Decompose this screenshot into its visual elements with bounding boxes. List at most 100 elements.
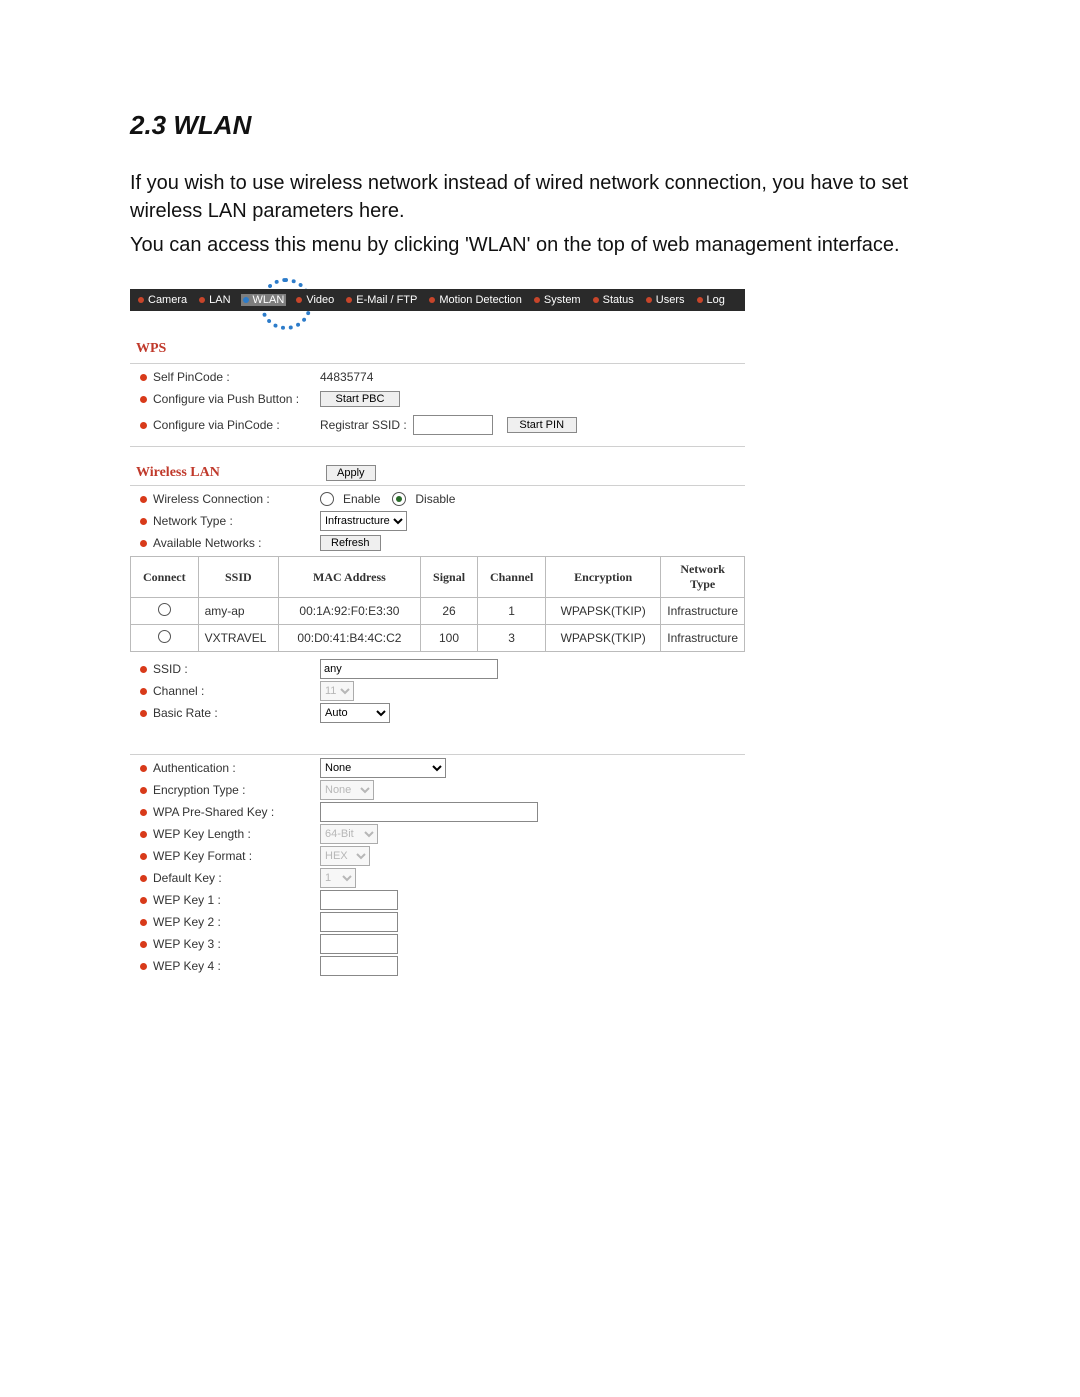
nav-status[interactable]: Status bbox=[591, 294, 636, 306]
nav-label: Camera bbox=[148, 294, 187, 306]
table-row: VXTRAVEL 00:D0:41:B4:4C:C2 100 3 WPAPSK(… bbox=[131, 625, 745, 652]
cell-ssid: amy-ap bbox=[198, 598, 278, 625]
col-channel: Channel bbox=[478, 557, 546, 598]
start-pbc-button[interactable]: Start PBC bbox=[320, 391, 400, 407]
bullet-icon bbox=[593, 297, 599, 303]
apply-button[interactable]: Apply bbox=[326, 465, 376, 481]
bullet-icon bbox=[140, 787, 147, 794]
default-key-select[interactable]: 1 bbox=[320, 868, 356, 888]
self-pincode-value: 44835774 bbox=[320, 370, 373, 384]
col-network-type: Network Type bbox=[661, 557, 745, 598]
nav-system[interactable]: System bbox=[532, 294, 583, 306]
bullet-icon bbox=[140, 875, 147, 882]
nav-camera[interactable]: Camera bbox=[136, 294, 189, 306]
bullet-icon bbox=[697, 297, 703, 303]
encryption-type-label: Encryption Type : bbox=[153, 783, 246, 797]
disable-label: Disable bbox=[415, 492, 455, 506]
bullet-icon bbox=[140, 666, 147, 673]
cell-signal: 26 bbox=[420, 598, 477, 625]
wep-key-2-input[interactable] bbox=[320, 912, 398, 932]
wpa-psk-input[interactable] bbox=[320, 802, 538, 822]
channel-label: Channel : bbox=[153, 684, 204, 698]
bullet-icon bbox=[346, 297, 352, 303]
wep-key-length-label: WEP Key Length : bbox=[153, 827, 251, 841]
refresh-button[interactable]: Refresh bbox=[320, 535, 381, 551]
cell-mac: 00:D0:41:B4:4C:C2 bbox=[279, 625, 421, 652]
col-ssid: SSID bbox=[198, 557, 278, 598]
authentication-label: Authentication : bbox=[153, 761, 236, 775]
bullet-icon bbox=[243, 297, 249, 303]
bullet-icon bbox=[140, 831, 147, 838]
section-heading: 2.3 WLAN bbox=[130, 110, 950, 141]
nav-lan[interactable]: LAN bbox=[197, 294, 232, 306]
cell-encryption: WPAPSK(TKIP) bbox=[546, 598, 661, 625]
nav-label: Log bbox=[707, 294, 725, 306]
bullet-icon bbox=[296, 297, 302, 303]
cell-encryption: WPAPSK(TKIP) bbox=[546, 625, 661, 652]
network-type-select[interactable]: Infrastructure bbox=[320, 511, 407, 531]
bullet-icon bbox=[140, 396, 147, 403]
nav-label: Users bbox=[656, 294, 685, 306]
bullet-icon bbox=[140, 374, 147, 381]
col-encryption: Encryption bbox=[546, 557, 661, 598]
bullet-icon bbox=[140, 496, 147, 503]
wep-key-length-select[interactable]: 64-Bit bbox=[320, 824, 378, 844]
connect-radio[interactable] bbox=[158, 603, 171, 616]
wpa-psk-label: WPA Pre-Shared Key : bbox=[153, 805, 274, 819]
wireless-lan-title: Wireless LAN bbox=[130, 465, 326, 481]
cell-network-type: Infrastructure bbox=[661, 598, 745, 625]
self-pincode-label: Self PinCode : bbox=[153, 370, 230, 384]
bullet-icon bbox=[429, 297, 435, 303]
wep-key-3-label: WEP Key 3 : bbox=[153, 937, 221, 951]
nav-video[interactable]: Video bbox=[294, 294, 336, 306]
nav-wlan[interactable]: WLAN bbox=[241, 294, 287, 306]
network-type-label: Network Type : bbox=[153, 514, 233, 528]
nav-email-ftp[interactable]: E-Mail / FTP bbox=[344, 294, 419, 306]
nav-motion-detection[interactable]: Motion Detection bbox=[427, 294, 524, 306]
wep-key-3-input[interactable] bbox=[320, 934, 398, 954]
nav-log[interactable]: Log bbox=[695, 294, 727, 306]
bullet-icon bbox=[140, 941, 147, 948]
nav-label: Motion Detection bbox=[439, 294, 522, 306]
wep-key-1-input[interactable] bbox=[320, 890, 398, 910]
bullet-icon bbox=[140, 710, 147, 717]
bullet-icon bbox=[140, 963, 147, 970]
col-mac: MAC Address bbox=[279, 557, 421, 598]
start-pin-button[interactable]: Start PIN bbox=[507, 417, 577, 433]
disable-radio[interactable] bbox=[392, 492, 406, 506]
registrar-ssid-input[interactable] bbox=[413, 415, 493, 435]
ssid-label: SSID : bbox=[153, 662, 188, 676]
channel-select[interactable]: 11 bbox=[320, 681, 354, 701]
bullet-icon bbox=[140, 853, 147, 860]
nav-label: WLAN bbox=[253, 294, 285, 306]
wep-key-4-input[interactable] bbox=[320, 956, 398, 976]
wep-key-1-label: WEP Key 1 : bbox=[153, 893, 221, 907]
ssid-input[interactable] bbox=[320, 659, 498, 679]
bullet-icon bbox=[199, 297, 205, 303]
cell-mac: 00:1A:92:F0:E3:30 bbox=[279, 598, 421, 625]
nav-label: System bbox=[544, 294, 581, 306]
nav-users[interactable]: Users bbox=[644, 294, 687, 306]
configure-pincode-label: Configure via PinCode : bbox=[153, 418, 280, 432]
default-key-label: Default Key : bbox=[153, 871, 222, 885]
bullet-icon bbox=[140, 809, 147, 816]
authentication-select[interactable]: None bbox=[320, 758, 446, 778]
intro-paragraph-2: You can access this menu by clicking 'WL… bbox=[130, 231, 950, 259]
col-connect: Connect bbox=[131, 557, 199, 598]
bullet-icon bbox=[140, 540, 147, 547]
wep-key-format-label: WEP Key Format : bbox=[153, 849, 252, 863]
bullet-icon bbox=[140, 518, 147, 525]
enable-label: Enable bbox=[343, 492, 380, 506]
basic-rate-label: Basic Rate : bbox=[153, 706, 218, 720]
bullet-icon bbox=[534, 297, 540, 303]
enable-radio[interactable] bbox=[320, 492, 334, 506]
connect-radio[interactable] bbox=[158, 630, 171, 643]
encryption-type-select[interactable]: None bbox=[320, 780, 374, 800]
cell-ssid: VXTRAVEL bbox=[198, 625, 278, 652]
bullet-icon bbox=[140, 688, 147, 695]
wep-key-format-select[interactable]: HEX bbox=[320, 846, 370, 866]
bullet-icon bbox=[140, 919, 147, 926]
bullet-icon bbox=[646, 297, 652, 303]
nav-label: Video bbox=[306, 294, 334, 306]
basic-rate-select[interactable]: Auto bbox=[320, 703, 390, 723]
